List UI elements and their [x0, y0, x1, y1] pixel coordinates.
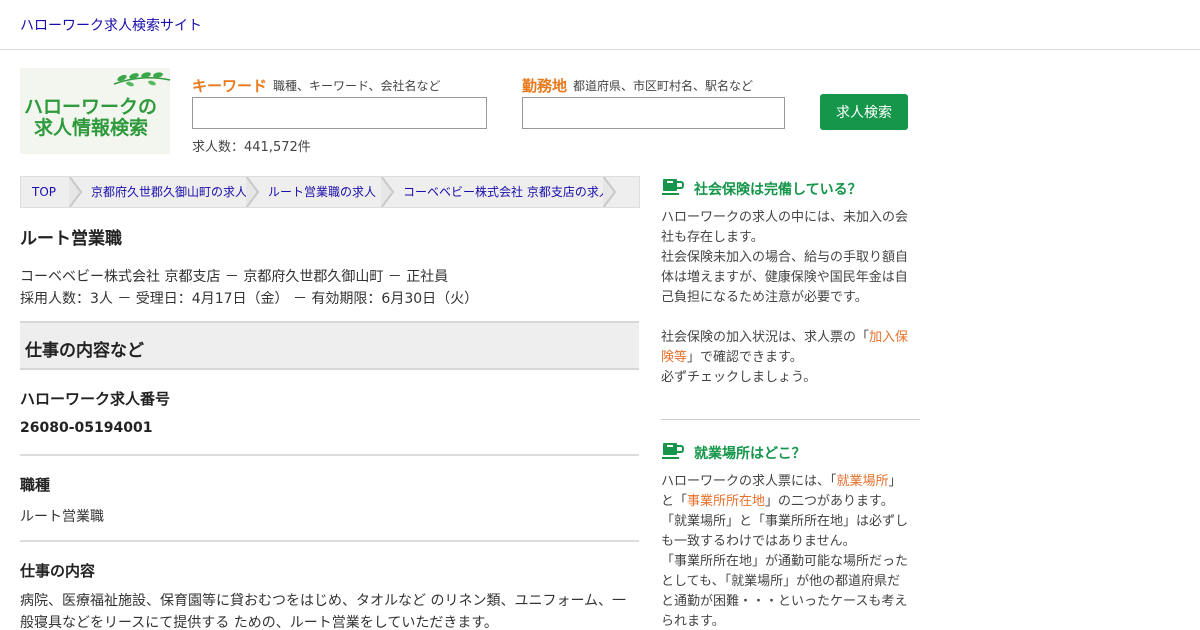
- workplace-text: ハローワークの求人票には、「就業場所」と「事業所所在地」の二つがあります。 「就…: [661, 472, 913, 630]
- insurance-paragraph-4: 必ずチェックしましょう。: [661, 370, 817, 385]
- insurance-text: ハローワークの求人の中には、未加入の会社も存在します。 社会保険未加入の場合、給…: [661, 208, 913, 388]
- chevron-right-icon: [69, 177, 83, 207]
- job-meta-dates: 採用人数：3人 － 受理日：4月17日（金） － 有効期限：6月30日（火）: [20, 291, 479, 307]
- insurance-paragraph-2: 社会保険未加入の場合、給与の手取り額自体は増えますが、健康保険や国民年金は自己負…: [661, 250, 909, 305]
- workplace-keyword: 就業場所: [836, 474, 889, 489]
- job-number-label: ハローワーク求人番号: [20, 390, 171, 408]
- sidebar-divider: [661, 419, 920, 420]
- section-title: 仕事の内容など: [25, 341, 144, 361]
- breadcrumb: TOP 京都府久世郡久御山町の求人 ルート営業職の求人 コーベベビー株式会社 京…: [20, 176, 640, 208]
- section-header: 仕事の内容など: [20, 321, 639, 370]
- office-keyword: 事業所所在地: [687, 494, 766, 509]
- chevron-right-icon: [381, 177, 395, 207]
- top-bar: ハローワーク求人検索サイト: [0, 0, 1200, 50]
- breadcrumb-item-top[interactable]: TOP: [32, 177, 56, 207]
- job-content-value: 病院、医療福祉施設、保育園等に貸おむつをはじめ、タオルなど のリネン類、ユニフォ…: [20, 593, 627, 630]
- site-logo[interactable]: ハローワークの 求人情報検索: [20, 68, 171, 154]
- workplace-paragraph-1: ハローワークの求人票には、「就業場所」と「事業所所在地」の二つがあります。: [661, 474, 902, 509]
- breadcrumb-item-occupation[interactable]: ルート営業職の求人: [268, 177, 376, 207]
- search-button[interactable]: 求人検索: [820, 94, 908, 130]
- location-hint: 都道府県、市区町村名、駅名など: [573, 79, 754, 93]
- occupation-label: 職種: [20, 476, 51, 494]
- cup-icon: [662, 443, 684, 459]
- location-input[interactable]: [522, 97, 785, 129]
- job-count: 求人数：441,572件: [192, 140, 311, 155]
- page-title: ルート営業職: [20, 229, 122, 249]
- workplace-paragraph-3: 「事業所所在地」が通勤可能な場所だったとしても、「就業場所」が他の都道府県だと通…: [661, 554, 909, 629]
- insurance-title: 社会保険は完備している？: [694, 182, 862, 198]
- insurance-paragraph-1: ハローワークの求人の中には、未加入の会社も存在します。: [661, 210, 909, 245]
- keyword-input[interactable]: [192, 97, 487, 129]
- keyword-label: キーワード: [192, 77, 268, 95]
- breadcrumb-item-location[interactable]: 京都府久世郡久御山町の求人: [91, 177, 247, 207]
- site-title-link[interactable]: ハローワーク求人検索サイト: [20, 15, 202, 35]
- job-content-label: 仕事の内容: [20, 562, 96, 580]
- workplace-title: 就業場所はどこ？: [694, 446, 806, 462]
- divider: [20, 454, 639, 456]
- occupation-value: ルート営業職: [20, 509, 104, 525]
- chevron-right-icon: [603, 177, 617, 207]
- location-label: 勤務地: [522, 77, 568, 95]
- job-meta-company: コーベベビー株式会社 京都支店 － 京都府久世郡久御山町 － 正社員: [20, 269, 449, 285]
- job-number-value: 26080-05194001: [20, 420, 153, 436]
- workplace-paragraph-2: 「就業場所」と「事業所所在地」は必ずしも一致するわけではありません。: [661, 514, 909, 549]
- cup-icon: [662, 179, 684, 195]
- keyword-hint: 職種、キーワード、会社名など: [273, 79, 441, 93]
- leaf-icon: [113, 72, 171, 87]
- chevron-right-icon: [246, 177, 260, 207]
- breadcrumb-item-company[interactable]: コーベベビー株式会社 京都支店の求人: [403, 177, 611, 207]
- logo-text-line2: 求人情報検索: [34, 117, 149, 139]
- insurance-paragraph-3: 社会保険の加入状況は、求人票の「加入保険等」で確認できます。: [661, 330, 909, 365]
- divider: [20, 540, 639, 542]
